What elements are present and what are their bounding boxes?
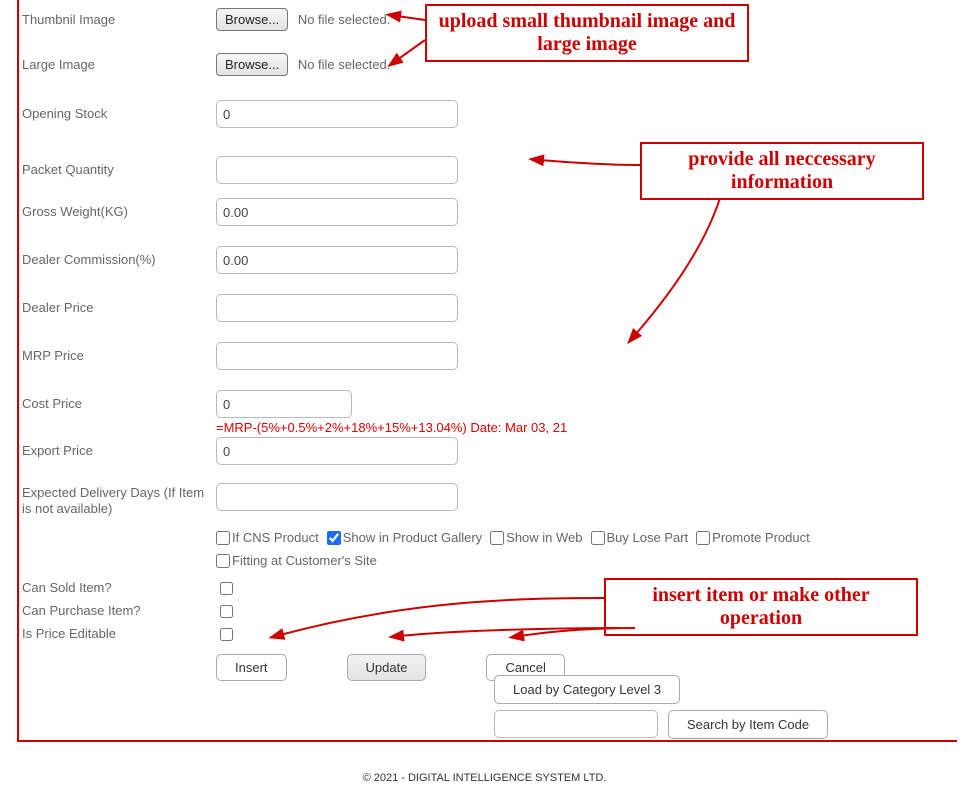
dealer-commission-input[interactable] <box>216 246 458 274</box>
expected-days-input[interactable] <box>216 483 458 511</box>
dealer-commission-label: Dealer Commission(%) <box>19 252 214 268</box>
show-gallery-label: Show in Product Gallery <box>343 530 482 545</box>
show-web-label: Show in Web <box>506 530 582 545</box>
large-browse-button[interactable]: Browse... <box>216 53 288 76</box>
callout-ops: insert item or make other operation <box>604 578 918 636</box>
search-code-input[interactable] <box>494 710 658 738</box>
buy-lose-checkbox[interactable]: Buy Lose Part <box>591 530 689 545</box>
opening-stock-label: Opening Stock <box>19 106 214 122</box>
can-purchase-checkbox[interactable] <box>220 605 233 618</box>
if-cns-checkbox[interactable]: If CNS Product <box>216 530 319 545</box>
thumbnail-browse-button[interactable]: Browse... <box>216 8 288 31</box>
export-price-input[interactable] <box>216 437 458 465</box>
can-sold-checkbox[interactable] <box>220 582 233 595</box>
dealer-price-label: Dealer Price <box>19 300 214 316</box>
can-sold-label: Can Sold Item? <box>19 580 214 596</box>
footer-text: © 2021 - DIGITAL INTELLIGENCE SYSTEM LTD… <box>0 772 969 784</box>
callout-upload: upload small thumbnail image and large i… <box>425 4 749 62</box>
can-purchase-label: Can Purchase Item? <box>19 603 214 619</box>
if-cns-label: If CNS Product <box>232 530 319 545</box>
buy-lose-label: Buy Lose Part <box>607 530 689 545</box>
update-button[interactable]: Update <box>347 654 427 681</box>
gross-weight-input[interactable] <box>216 198 458 226</box>
fitting-checkbox[interactable]: Fitting at Customer's Site <box>216 553 377 568</box>
price-editable-checkbox[interactable] <box>220 628 233 641</box>
load-category-button[interactable]: Load by Category Level 3 <box>494 675 680 704</box>
cost-formula-note: =MRP-(5%+0.5%+2%+18%+15%+13.04%) Date: M… <box>214 420 567 435</box>
packet-qty-input[interactable] <box>216 156 458 184</box>
show-web-checkbox[interactable]: Show in Web <box>490 530 582 545</box>
mrp-label: MRP Price <box>19 348 214 364</box>
promote-checkbox[interactable]: Promote Product <box>696 530 810 545</box>
fitting-label: Fitting at Customer's Site <box>232 553 377 568</box>
thumbnail-label: Thumbnil Image <box>19 12 214 28</box>
large-image-label: Large Image <box>19 57 214 73</box>
search-code-button[interactable]: Search by Item Code <box>668 710 828 739</box>
thumbnail-filename: No file selected. <box>298 12 391 27</box>
price-editable-label: Is Price Editable <box>19 626 214 642</box>
show-gallery-checkbox[interactable]: Show in Product Gallery <box>327 530 482 545</box>
opening-stock-input[interactable] <box>216 100 458 128</box>
packet-qty-label: Packet Quantity <box>19 162 214 178</box>
large-filename: No file selected. <box>298 57 391 72</box>
mrp-input[interactable] <box>216 342 458 370</box>
cost-price-label: Cost Price <box>19 396 214 412</box>
callout-info: provide all neccessary information <box>640 142 924 200</box>
expected-days-label: Expected Delivery Days (If Item is not a… <box>19 483 214 516</box>
export-price-label: Export Price <box>19 443 214 459</box>
dealer-price-input[interactable] <box>216 294 458 322</box>
promote-label: Promote Product <box>712 530 810 545</box>
insert-button[interactable]: Insert <box>216 654 287 681</box>
gross-weight-label: Gross Weight(KG) <box>19 204 214 220</box>
cost-price-input[interactable] <box>216 390 352 418</box>
